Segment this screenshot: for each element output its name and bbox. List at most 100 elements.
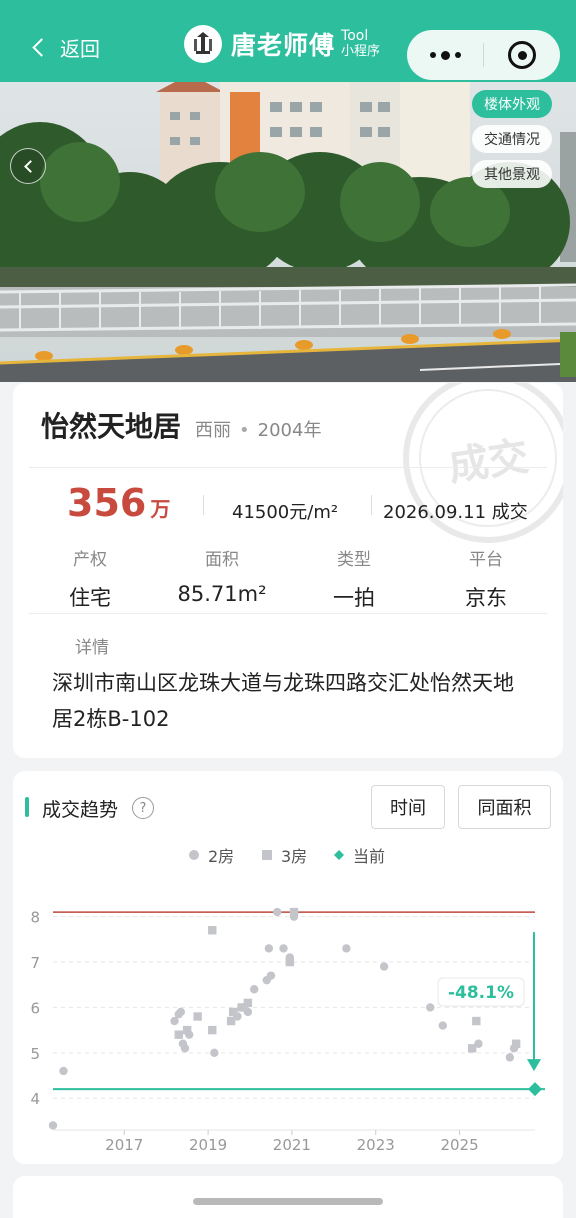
same-area-filter-button[interactable]: 同面积 [458, 785, 551, 829]
tab-building-exterior[interactable]: 楼体外观 [472, 90, 552, 118]
trend-card: 成交趋势 ? 时间 同面积 2房 3房 当前 4 5 6 7 8 2017 2019 2021… [13, 771, 563, 1164]
app-type-label: 小程序 [341, 44, 381, 59]
divider [29, 613, 547, 614]
tab-traffic[interactable]: 交通情况 [472, 125, 552, 153]
y-tick-label: 4 [30, 1090, 40, 1108]
data-point-3room [208, 926, 217, 935]
data-point-2room [279, 944, 288, 953]
data-point-3room [511, 1039, 521, 1048]
more-dots-icon-right [454, 52, 461, 58]
change-percent-label: -48.1% [448, 983, 514, 1003]
x-tick-label: 2019 [189, 1136, 227, 1154]
data-point-3room [193, 1012, 202, 1021]
x-tick-label: 2021 [273, 1136, 311, 1154]
x-tick-label: 2017 [105, 1136, 143, 1154]
community-name: 怡然天地居 [41, 410, 182, 443]
stat-value: 住宅 [69, 586, 111, 610]
data-point-2room [426, 1003, 435, 1012]
listing-title-row: 怡然天地居 西丽 • 2004年 [41, 405, 321, 445]
data-point-2room [210, 1048, 219, 1058]
app-subtitle: Tool 小程序 [341, 28, 381, 60]
stat-type: 类型 一拍 [294, 545, 414, 612]
data-point-2room [249, 985, 259, 994]
deal-date: 2026.09.11 成交 [383, 502, 528, 523]
data-point-2room [264, 944, 274, 953]
data-point-2room [342, 944, 351, 953]
stat-label: 面积 [205, 550, 239, 570]
stat-value: 一拍 [333, 586, 375, 610]
photo-prev-button[interactable] [10, 148, 46, 184]
stat-label: 平台 [469, 550, 503, 570]
x-tick-label: 2023 [357, 1136, 395, 1154]
district-label: 西丽 [195, 420, 232, 441]
app-title: 唐老师傅 [231, 31, 336, 60]
divider [371, 495, 372, 515]
stat-label: 类型 [337, 550, 371, 570]
data-point-3room [182, 1025, 192, 1035]
chevron-left-icon [23, 159, 37, 173]
home-indicator [193, 1198, 383, 1205]
data-point-2room [505, 1053, 515, 1062]
close-miniprogram-button[interactable] [484, 41, 560, 69]
data-point-2room [180, 1044, 190, 1053]
address-text: 深圳市南山区龙珠大道与龙珠四路交汇处怡然天地居2栋B-102 [52, 671, 514, 731]
app-tool-label: Tool [341, 28, 369, 44]
stat-platform: 平台 京东 [426, 545, 546, 612]
top-nav-bar: 返回 唐老师傅 Tool 小程序 [0, 0, 576, 82]
separator-dot: • [239, 420, 250, 441]
chart-legend: 2房 3房 当前 [13, 843, 563, 867]
property-photo: 楼体外观 交通情况 其他景观 [0, 82, 576, 382]
legend-item-3room: 3房 [261, 843, 307, 867]
legend-label: 2房 [208, 847, 235, 866]
more-menu-button[interactable] [407, 50, 483, 60]
data-point-2room [59, 1066, 68, 1076]
deal-price: 356 万 [67, 481, 170, 525]
stat-property-right: 产权 住宅 [30, 545, 150, 612]
back-chevron-icon [32, 37, 51, 57]
tab-other-scenery[interactable]: 其他景观 [472, 160, 552, 188]
drop-arrow-head [527, 1059, 541, 1072]
data-point-3room [174, 1030, 183, 1039]
detail-label: 详情 [75, 638, 109, 658]
data-point-3room [467, 1044, 477, 1053]
divider [29, 467, 547, 468]
data-point-2room [273, 907, 282, 917]
data-point-2room [48, 1121, 58, 1130]
next-section-card [13, 1176, 563, 1218]
data-point-current [528, 1082, 542, 1097]
data-point-2room [266, 971, 276, 980]
section-accent-bar [25, 797, 29, 817]
y-tick-label: 5 [30, 1045, 40, 1063]
more-dots-icon-center [440, 50, 450, 60]
legend-item-2room: 2房 [188, 843, 234, 867]
data-point-2room [176, 1007, 186, 1017]
data-point-3room [472, 1016, 481, 1026]
data-point-3room [229, 1007, 238, 1017]
close-target-icon [508, 41, 536, 69]
square-marker-icon [262, 850, 272, 860]
listing-info-card: 成交 怡然天地居 西丽 • 2004年 356 万 41500元/m² 2026… [13, 383, 563, 758]
stat-area: 面积 85.71m² [162, 545, 282, 606]
y-tick-label: 6 [30, 999, 40, 1017]
legend-label: 3房 [281, 847, 308, 866]
stat-value: 京东 [465, 586, 507, 610]
app-logo-icon [184, 25, 222, 63]
divider [203, 495, 204, 515]
time-filter-button[interactable]: 时间 [371, 785, 445, 829]
data-point-3room [243, 998, 253, 1008]
diamond-marker-icon [334, 850, 344, 860]
back-button[interactable]: 返回 [30, 32, 100, 62]
unit-price: 41500元/m² [232, 502, 339, 523]
miniprogram-capsule [407, 30, 560, 80]
trend-scatter-chart: 4 5 6 7 8 2017 2019 2021 2023 2025 -48.1% [30, 907, 545, 1154]
help-icon[interactable]: ? [132, 797, 154, 819]
data-point-2room [379, 962, 389, 971]
stat-label: 产权 [73, 550, 107, 570]
more-dots-icon [429, 52, 436, 58]
y-tick-label: 8 [30, 909, 40, 927]
legend-item-current: 当前 [333, 843, 385, 867]
stat-value: 85.71m² [177, 582, 267, 606]
back-label: 返回 [60, 36, 100, 61]
trend-title: 成交趋势 [42, 799, 119, 821]
data-point-3room [285, 957, 295, 967]
